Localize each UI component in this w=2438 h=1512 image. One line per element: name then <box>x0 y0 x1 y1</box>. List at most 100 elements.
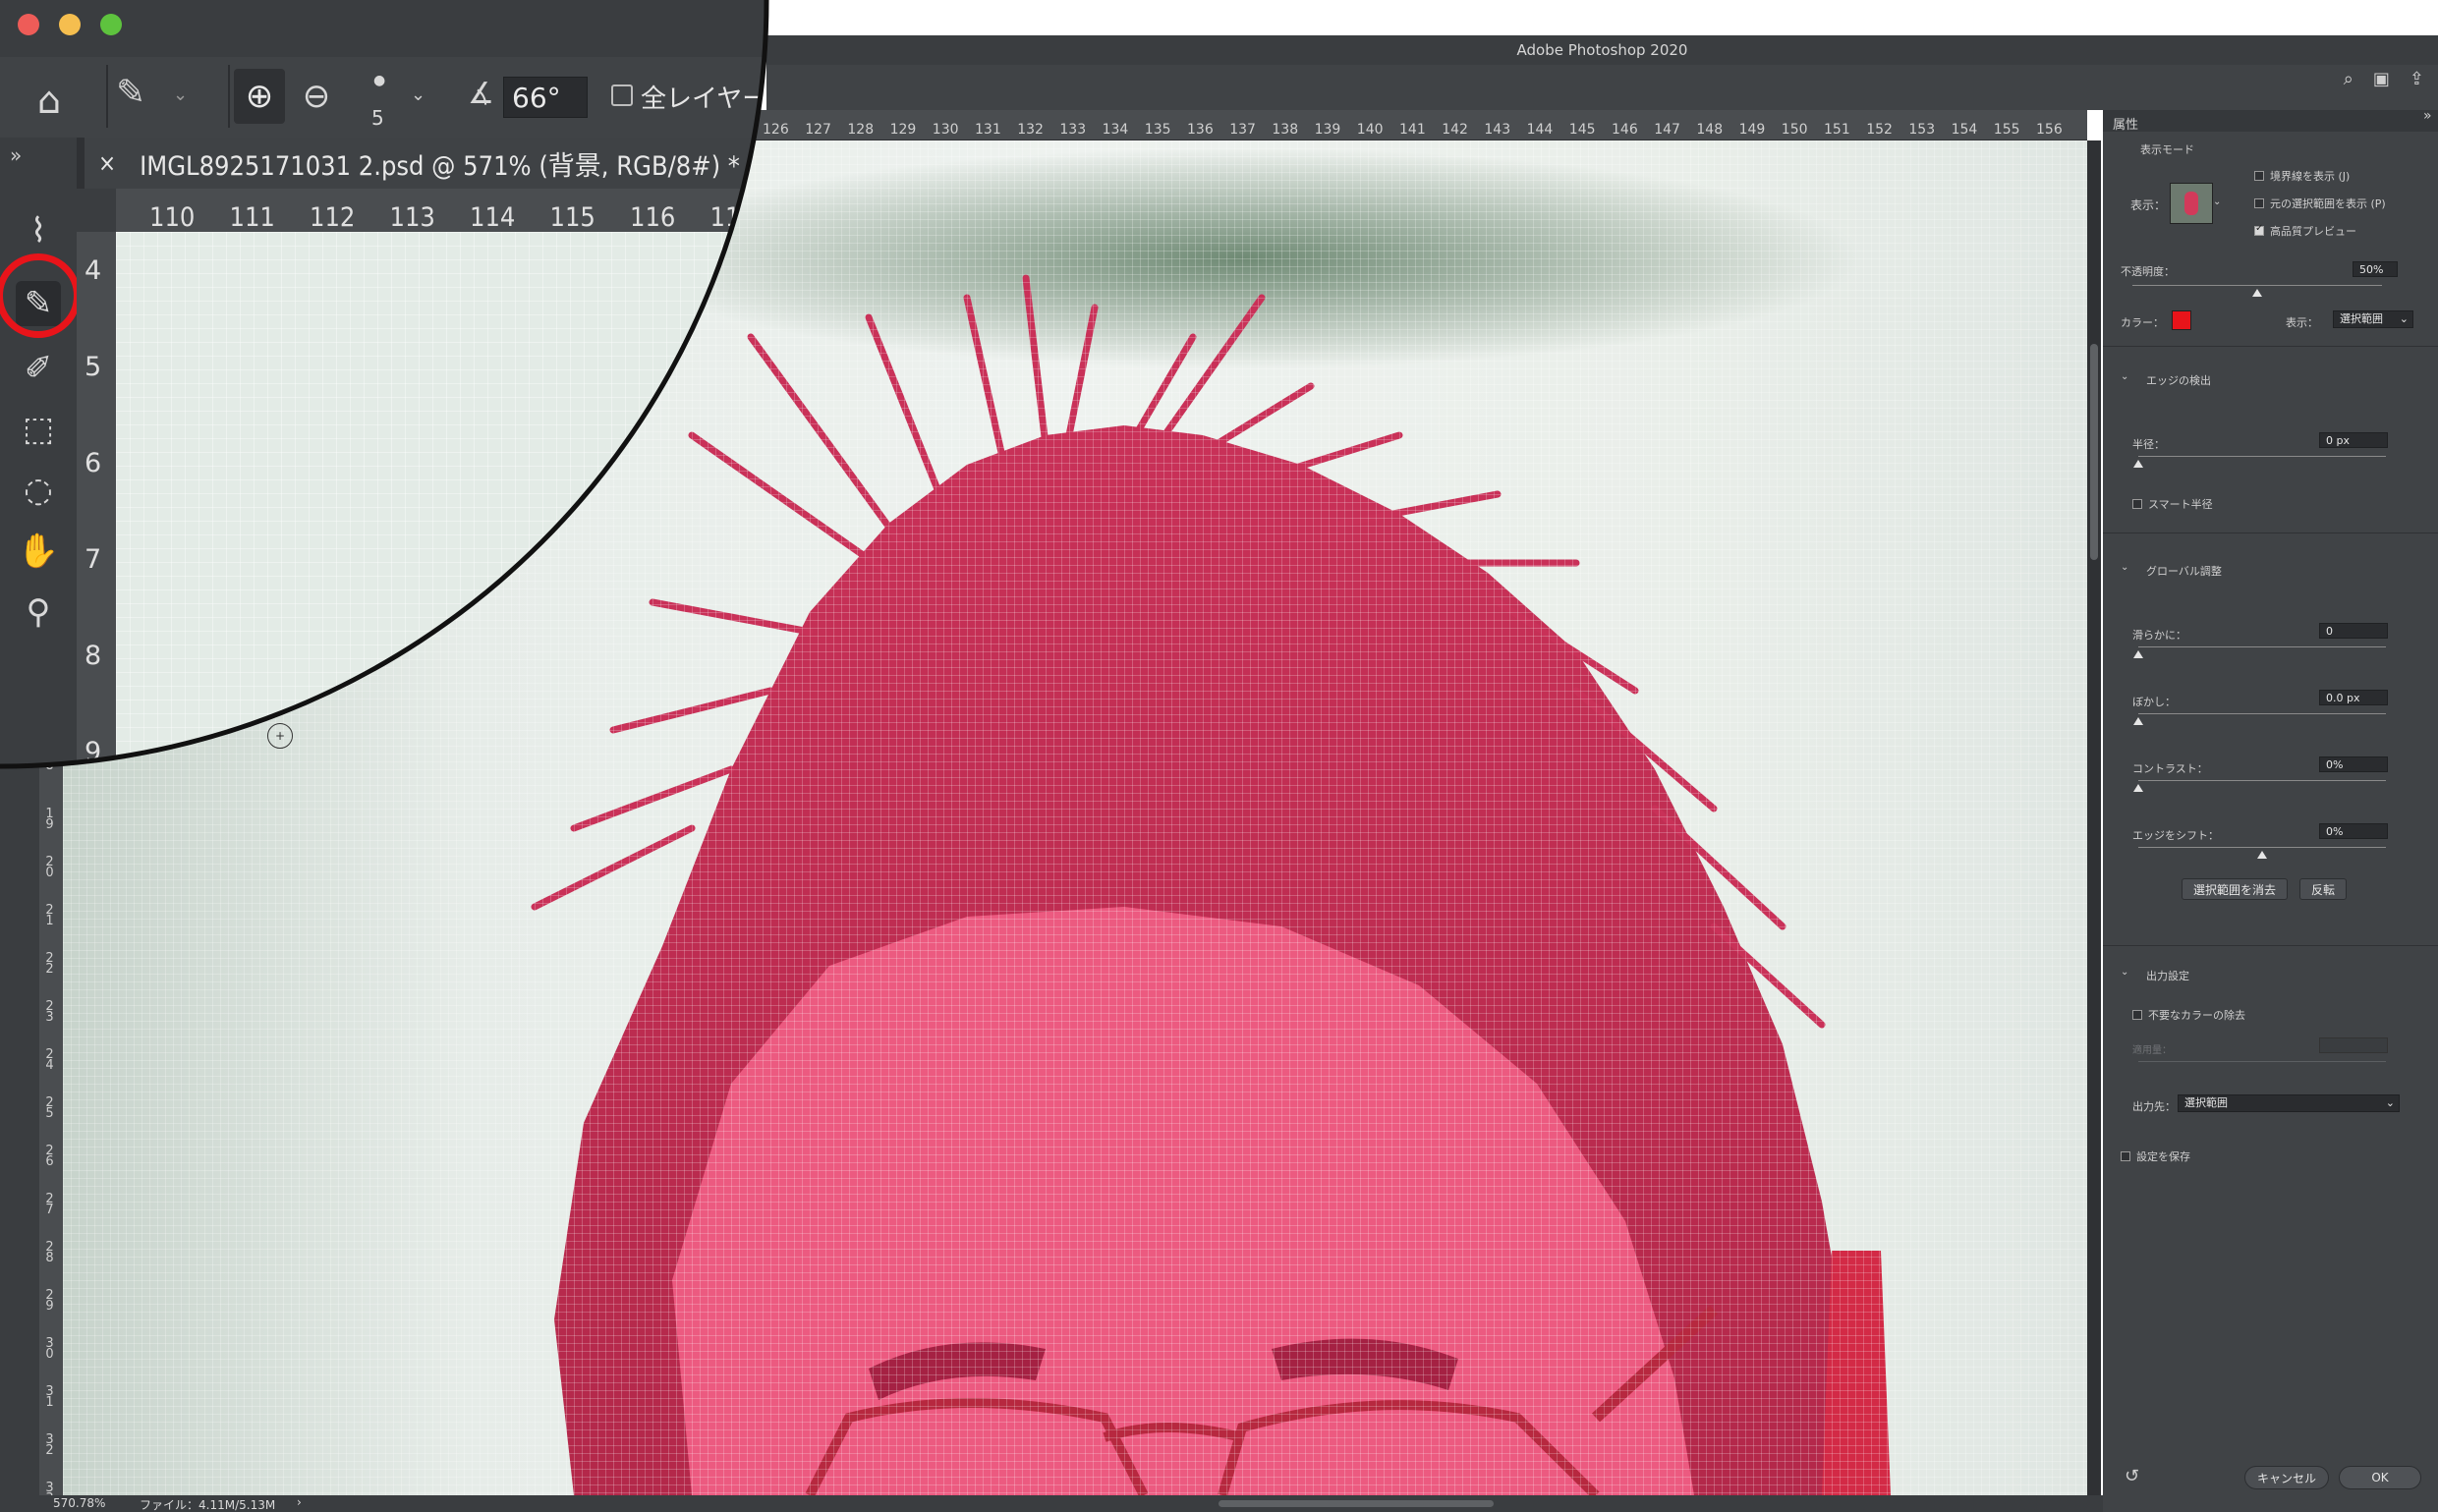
feather-value[interactable]: 0.0 px <box>2319 690 2388 705</box>
decontaminate-checkbox[interactable] <box>2132 1010 2142 1020</box>
expand-panels-icon[interactable]: » <box>10 143 22 167</box>
brush-tool-icon[interactable]: ✐ <box>16 346 61 391</box>
smooth-slider-track[interactable] <box>2138 646 2386 647</box>
invert-button[interactable]: 反転 <box>2299 878 2347 900</box>
horizontal-scroll-thumb[interactable] <box>1219 1500 1494 1507</box>
zoom-window-button[interactable] <box>100 14 122 35</box>
output-to-select[interactable]: 選択範囲 ⌄ <box>2178 1094 2400 1112</box>
clear-selection-button[interactable]: 選択範囲を消去 <box>2182 878 2288 900</box>
brush-size-value[interactable]: 5 <box>371 106 384 130</box>
all-layers-checkbox[interactable] <box>611 84 633 106</box>
amount-slider-track <box>2138 1061 2386 1062</box>
radius-slider-track[interactable] <box>2138 456 2386 457</box>
show-edge-checkbox[interactable] <box>2254 171 2264 181</box>
ruler-tick: 147 <box>1654 122 1680 138</box>
magnified-ruler-tick: 114 <box>470 202 516 233</box>
ruler-tick: 156 <box>2036 122 2063 138</box>
refine-brush-tool-preset-icon[interactable]: ✎ <box>116 73 145 113</box>
magnified-ruler-tick: 115 <box>549 202 595 233</box>
lasso-tool-icon[interactable]: ◌ <box>16 468 61 513</box>
smooth-slider-thumb[interactable] <box>2133 650 2143 658</box>
magnified-ruler-tick: 116 <box>630 202 676 233</box>
reset-icon[interactable]: ↺ <box>2125 1466 2139 1486</box>
shift-edge-slider-track[interactable] <box>2138 847 2386 848</box>
chevron-down-icon[interactable]: ⌄ <box>2213 196 2221 207</box>
ruler-tick: 21 <box>42 903 57 924</box>
divider <box>2103 346 2438 347</box>
chevron-down-icon[interactable]: ⌄ <box>411 84 425 105</box>
ruler-tick: 129 <box>889 122 917 138</box>
zoom-status[interactable]: 570.78% <box>53 1496 105 1510</box>
feather-slider-track[interactable] <box>2138 713 2386 714</box>
contrast-label: コントラスト： <box>2132 762 2208 775</box>
ruler-tick: 143 <box>1484 122 1511 138</box>
ruler-tick: 33 <box>42 1481 57 1495</box>
contrast-slider-thumb[interactable] <box>2133 784 2143 792</box>
vertical-scroll-thumb[interactable] <box>2090 344 2098 560</box>
display-select[interactable]: 選択範囲 ⌄ <box>2333 310 2413 328</box>
radius-slider-thumb[interactable] <box>2133 460 2143 468</box>
highlight-circle <box>0 253 81 338</box>
top-right-icons: ⌕ ▣ ⇪ <box>2344 69 2424 89</box>
hand-tool-icon[interactable]: ✋ <box>16 529 61 574</box>
divider <box>228 65 230 128</box>
tab-close-icon[interactable]: × <box>98 149 116 177</box>
document-tab[interactable]: × IMGL8925171031 2.psd @ 571% (背景, RGB/8… <box>85 138 754 189</box>
subtract-mode-button[interactable]: ⊖ <box>291 69 342 124</box>
ruler-tick: 30 <box>42 1336 57 1358</box>
show-original-checkbox[interactable] <box>2254 198 2264 208</box>
view-mode-thumbnail[interactable] <box>2170 183 2213 224</box>
chevron-down-icon[interactable]: ⌄ <box>173 84 188 105</box>
minimize-window-button[interactable] <box>59 14 81 35</box>
photoshop-screen: Adobe Photoshop 2020 ⌕ ▣ ⇪ 126 127 128 129 1… <box>0 0 2438 1512</box>
workspace-icon[interactable]: ▣ <box>2373 69 2390 89</box>
chevron-down-icon[interactable]: ⌄ <box>2121 371 2128 382</box>
contrast-slider-track[interactable] <box>2138 780 2386 781</box>
add-mode-button[interactable]: ⊕ <box>234 69 285 124</box>
home-icon[interactable]: ⌂ <box>37 79 61 122</box>
ruler-tick: 130 <box>932 122 959 138</box>
ruler-tick: 145 <box>1568 122 1596 138</box>
ruler-tick: 27 <box>42 1192 57 1213</box>
hq-preview-checkbox[interactable] <box>2254 223 2264 236</box>
search-icon[interactable]: ⌕ <box>2344 69 2353 89</box>
brush-cursor: + <box>267 723 293 749</box>
feather-slider-thumb[interactable] <box>2133 717 2143 725</box>
quick-selection-tool-icon[interactable]: ⌇ <box>16 208 61 253</box>
show-original-label: 元の選択範囲を表示 (P) <box>2270 197 2386 210</box>
overlay-color-swatch[interactable] <box>2172 310 2191 330</box>
angle-field[interactable]: 66° <box>503 77 588 118</box>
opacity-slider-track[interactable] <box>2132 285 2382 286</box>
ruler-tick: 135 <box>1144 122 1171 138</box>
chevron-down-icon[interactable]: ⌄ <box>2121 562 2128 573</box>
chevron-down-icon[interactable]: ⌄ <box>2121 967 2128 978</box>
ruler-tick: 149 <box>1738 122 1766 138</box>
decontaminate-label: 不要なカラーの除去 <box>2148 1009 2245 1022</box>
contrast-value[interactable]: 0% <box>2319 756 2388 772</box>
opacity-label: 不透明度： <box>2121 265 2175 278</box>
smooth-value[interactable]: 0 <box>2319 623 2388 639</box>
ruler-tick: 28 <box>42 1240 57 1261</box>
shift-edge-slider-thumb[interactable] <box>2257 851 2267 859</box>
panel-collapse-icon[interactable]: » <box>2423 108 2432 124</box>
amount-label: 適用量： <box>2132 1045 2172 1056</box>
ruler-tick: 139 <box>1314 122 1341 138</box>
ok-button[interactable]: OK <box>2339 1466 2421 1489</box>
close-window-button[interactable] <box>18 14 39 35</box>
smart-radius-checkbox[interactable] <box>2132 499 2142 509</box>
zoom-tool-icon[interactable]: ⚲ <box>16 589 61 635</box>
remember-settings-checkbox[interactable] <box>2121 1151 2130 1161</box>
divider <box>106 65 108 128</box>
magnified-ruler-tick: 4 <box>85 255 102 286</box>
panel-header <box>2103 110 2438 132</box>
status-menu-arrow[interactable]: › <box>297 1495 302 1509</box>
share-icon[interactable]: ⇪ <box>2410 69 2424 89</box>
opacity-value[interactable]: 50% <box>2353 261 2398 277</box>
shift-edge-value[interactable]: 0% <box>2319 823 2388 839</box>
feather-label: ぼかし： <box>2132 696 2176 708</box>
object-selection-tool-icon[interactable]: ⬚ <box>16 407 61 452</box>
opacity-slider-thumb[interactable] <box>2252 289 2262 297</box>
cancel-button[interactable]: キャンセル <box>2244 1466 2329 1489</box>
output-to-value: 選択範囲 <box>2184 1096 2228 1109</box>
radius-value[interactable]: 0 px <box>2319 432 2388 448</box>
